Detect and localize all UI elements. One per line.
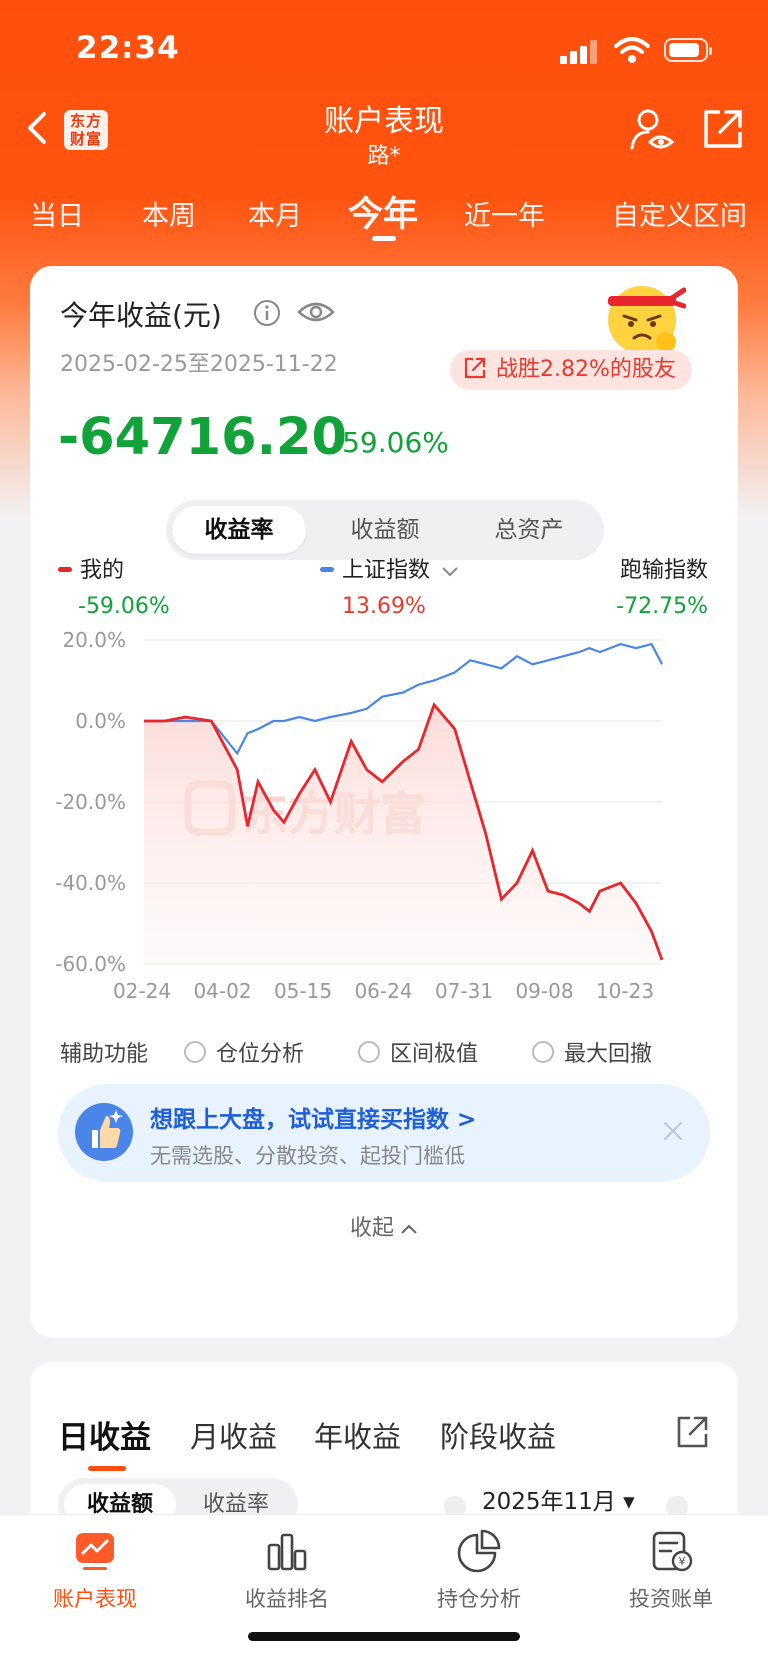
- tabbar-holdings-analysis[interactable]: 持仓分析: [404, 1529, 554, 1613]
- legend-mine: 我的 -59.06%: [58, 552, 170, 619]
- tab-stage-earnings[interactable]: 阶段收益: [440, 1414, 556, 1456]
- segment-return-rate[interactable]: 收益率: [172, 506, 306, 554]
- tabbar-account-performance[interactable]: 账户表现: [20, 1529, 170, 1613]
- active-tab-indicator: [88, 1466, 126, 1471]
- beat-peers-text: 战胜2.82%的股友: [496, 357, 676, 382]
- radio-label: 仓位分析: [216, 1042, 305, 1067]
- radio-circle: [532, 1041, 554, 1063]
- tab-yearly-earnings[interactable]: 年收益: [314, 1414, 401, 1456]
- tab-one-year[interactable]: 近一年: [464, 194, 545, 233]
- radio-range-extremes[interactable]: 区间极值: [358, 1034, 478, 1070]
- caret-down-icon: ▾: [623, 1489, 635, 1515]
- info-icon[interactable]: [252, 298, 282, 328]
- y-tick-label: -60.0%: [55, 952, 126, 976]
- index-dot: [320, 566, 334, 572]
- period-tabs: 当日 本周 本月 今年 近一年 自定义区间: [0, 188, 768, 248]
- tabbar-label: 持仓分析: [437, 1587, 521, 1611]
- metric-segment: 收益率 收益额 总资产: [166, 500, 604, 560]
- chevron-down-icon: [442, 567, 458, 577]
- promo-subtitle: 无需选股、分散投资、起投门槛低: [150, 1144, 465, 1168]
- user-privacy-icon[interactable]: [628, 106, 676, 154]
- status-time: 22:34: [76, 30, 180, 66]
- collapse-label: 收起: [349, 1216, 394, 1241]
- y-tick-label: -20.0%: [55, 790, 126, 814]
- mine-dot: [58, 566, 72, 572]
- x-tick-label: 04-02: [193, 979, 251, 1003]
- x-tick-label: 10-23: [596, 979, 654, 1003]
- home-indicator: [248, 1632, 520, 1641]
- x-tick-label: 06-24: [354, 979, 412, 1003]
- tabbar-label: 收益排名: [245, 1587, 329, 1611]
- active-tab-indicator: [372, 236, 396, 241]
- month-selector[interactable]: 2025年11月 ▾: [482, 1482, 635, 1516]
- tab-month[interactable]: 本月: [248, 194, 302, 233]
- bill-icon: ¥: [652, 1531, 693, 1572]
- radio-position-analysis[interactable]: 仓位分析: [184, 1034, 304, 1070]
- y-tick-label: -40.0%: [55, 871, 126, 895]
- beat-peers-badge[interactable]: 战胜2.82%的股友: [450, 350, 692, 390]
- share-icon[interactable]: [700, 106, 746, 152]
- cellular-signal-icon: [560, 40, 600, 64]
- aux-label: 辅助功能: [60, 1042, 149, 1067]
- svg-text:¥: ¥: [679, 1555, 686, 1568]
- radio-label: 最大回撤: [564, 1042, 653, 1067]
- x-tick-label: 05-15: [274, 979, 332, 1003]
- y-tick-label: 20.0%: [62, 628, 126, 652]
- promo-title: 想跟上大盘，试试直接买指数 >: [150, 1107, 477, 1133]
- tab-year[interactable]: 今年: [348, 186, 418, 237]
- index-line: [144, 642, 663, 756]
- x-tick-label: 02-24: [113, 979, 171, 1003]
- thumbs-up-icon: [75, 1103, 133, 1161]
- index-promo-banner[interactable]: 想跟上大盘，试试直接买指数 > 无需选股、分散投资、起投门槛低: [58, 1084, 710, 1182]
- legend-index[interactable]: 上证指数 13.69%: [320, 552, 459, 619]
- status-bar: 22:34: [0, 0, 768, 96]
- radio-label: 区间极值: [390, 1042, 479, 1067]
- share-icon[interactable]: [674, 1414, 710, 1450]
- tab-week[interactable]: 本周: [142, 194, 196, 233]
- tab-today[interactable]: 当日: [30, 194, 84, 233]
- x-tick-label: 07-31: [435, 979, 493, 1003]
- legend-outperform-label: 跑输指数: [619, 558, 708, 583]
- pie-chart-icon: [457, 1529, 501, 1573]
- tab-custom-range[interactable]: 自定义区间: [612, 194, 747, 233]
- tabbar-label: 投资账单: [629, 1587, 713, 1611]
- segment-total-assets[interactable]: 总资产: [462, 506, 596, 554]
- month-label: 2025年11月: [482, 1489, 616, 1515]
- eye-icon[interactable]: [296, 296, 336, 328]
- chevron-up-icon: [401, 1224, 417, 1234]
- performance-card: 今年收益(元) 2025-02-25至2025-11-22 战胜2.82%的股友…: [30, 266, 738, 1338]
- nav-bar: 东方 财富 账户表现 路*: [0, 88, 768, 169]
- close-icon[interactable]: [662, 1120, 684, 1142]
- radio-circle: [358, 1041, 380, 1063]
- bar-chart-icon: [267, 1533, 307, 1571]
- legend-outperform: 跑输指数 -72.75%: [616, 552, 708, 619]
- angry-mascot-icon: [608, 286, 686, 354]
- wifi-icon: [614, 37, 650, 63]
- legend-mine-label: 我的: [80, 558, 125, 583]
- tabbar-earnings-ranking[interactable]: 收益排名: [212, 1529, 362, 1613]
- tabbar-investment-bill[interactable]: ¥ 投资账单: [596, 1529, 746, 1613]
- tabbar-label: 账户表现: [53, 1587, 137, 1611]
- collapse-button[interactable]: 收起: [30, 1210, 738, 1242]
- profit-percent: -59.06%: [332, 426, 449, 459]
- aux-functions: 辅助功能 仓位分析 区间极值 最大回撤: [60, 1034, 710, 1070]
- return-chart[interactable]: 20.0% 0.0% -20.0% -40.0% -60.0% 02-24 04-02 05…: [30, 616, 738, 1008]
- x-tick-label: 09-08: [515, 979, 573, 1003]
- tab-daily-earnings[interactable]: 日收益: [58, 1412, 151, 1457]
- date-range: 2025-02-25至2025-11-22: [60, 352, 338, 377]
- trend-icon: [76, 1533, 114, 1570]
- radio-circle: [184, 1041, 206, 1063]
- share-badge-icon: [464, 357, 486, 379]
- radio-max-drawdown[interactable]: 最大回撤: [532, 1034, 652, 1070]
- segment-return-amount[interactable]: 收益额: [318, 506, 452, 554]
- mine-area: [144, 704, 662, 964]
- legend-index-label: 上证指数: [342, 558, 431, 583]
- tab-monthly-earnings[interactable]: 月收益: [190, 1414, 277, 1456]
- card-title: 今年收益(元): [60, 299, 222, 332]
- profit-amount: -64716.20: [58, 408, 347, 467]
- battery-icon: [664, 38, 712, 62]
- y-tick-label: 0.0%: [75, 709, 126, 733]
